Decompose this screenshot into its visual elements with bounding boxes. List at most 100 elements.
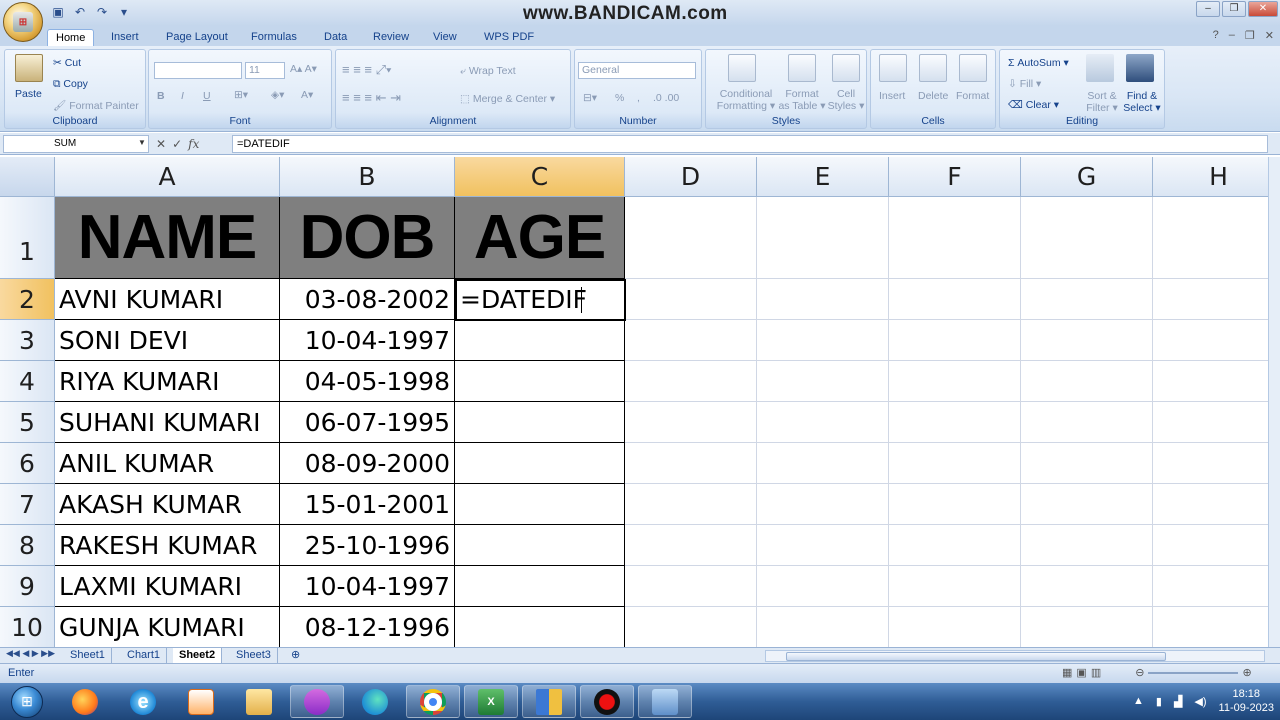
row-header-7[interactable]: 7 — [0, 484, 55, 525]
name-cell[interactable]: RIYA KUMARI — [55, 361, 280, 402]
empty-cell[interactable] — [1021, 607, 1153, 647]
empty-cell[interactable] — [1021, 525, 1153, 566]
name-cell[interactable]: ANIL KUMAR — [55, 443, 280, 484]
number-format-select[interactable]: General — [578, 62, 696, 79]
help-icon[interactable]: ? — [1213, 29, 1219, 42]
undo-icon[interactable]: ↶ — [72, 4, 88, 20]
row-header-4[interactable]: 4 — [0, 361, 55, 402]
page-layout-view-icon[interactable]: ▣ — [1076, 666, 1086, 679]
empty-cell[interactable] — [757, 197, 889, 279]
empty-cell[interactable] — [757, 607, 889, 647]
start-button[interactable]: ⊞ — [2, 683, 52, 720]
tab-page-layout[interactable]: Page Layout — [158, 29, 236, 47]
empty-cell[interactable] — [1021, 443, 1153, 484]
empty-cell[interactable] — [889, 566, 1021, 607]
font-color-icon[interactable]: A▾ — [301, 89, 313, 101]
age-cell[interactable] — [455, 443, 625, 484]
tab-data[interactable]: Data — [316, 29, 355, 47]
empty-cell[interactable] — [1021, 320, 1153, 361]
empty-cell[interactable] — [1153, 361, 1268, 402]
empty-cell[interactable] — [625, 361, 757, 402]
column-header-g[interactable]: G — [1021, 157, 1153, 197]
office-button[interactable]: ⊞ — [3, 2, 43, 42]
age-cell[interactable] — [455, 484, 625, 525]
row-header-3[interactable]: 3 — [0, 320, 55, 361]
empty-cell[interactable] — [889, 484, 1021, 525]
horizontal-scroll-thumb[interactable] — [786, 652, 1166, 661]
row-header-1[interactable]: 1 — [0, 197, 55, 279]
sheet-tab-sheet2[interactable]: Sheet2 — [173, 648, 223, 663]
delete-cells-button[interactable]: Delete — [918, 90, 948, 102]
name-cell[interactable]: GUNJA KUMARI — [55, 607, 280, 647]
save-icon[interactable]: ▣ — [50, 4, 66, 20]
font-name-input[interactable] — [154, 62, 242, 79]
sheet-tab-sheet1[interactable]: Sheet1 — [64, 648, 112, 663]
empty-cell[interactable] — [1021, 484, 1153, 525]
name-cell[interactable]: SUHANI KUMARI — [55, 402, 280, 443]
select-all-corner[interactable] — [0, 157, 55, 197]
empty-cell[interactable] — [757, 443, 889, 484]
currency-icon[interactable]: ⊟▾ — [583, 92, 597, 104]
empty-cell[interactable] — [1021, 361, 1153, 402]
empty-cell[interactable] — [889, 607, 1021, 647]
sheet-nav-arrows-icon[interactable]: ◀◀ ◀ ▶ ▶▶ — [6, 648, 55, 659]
empty-cell[interactable] — [757, 525, 889, 566]
empty-cell[interactable] — [1153, 484, 1268, 525]
tab-formulas[interactable]: Formulas — [243, 29, 305, 47]
empty-cell[interactable] — [625, 484, 757, 525]
chrome-icon[interactable] — [406, 685, 460, 718]
column-header-f[interactable]: F — [889, 157, 1021, 197]
format-painter-button[interactable]: 🖌 Format Painter — [53, 99, 139, 112]
italic-button[interactable]: I — [181, 90, 184, 102]
age-cell[interactable] — [455, 607, 625, 647]
volume-icon[interactable]: ◀) — [1194, 695, 1206, 708]
font-grow-icon[interactable]: A▴ A▾ — [290, 63, 317, 75]
cancel-icon[interactable]: ✕ — [156, 137, 166, 151]
sheet-tab-chart1[interactable]: Chart1 — [121, 648, 168, 663]
row-header-5[interactable]: 5 — [0, 402, 55, 443]
cut-button[interactable]: ✂ Cut — [53, 57, 81, 69]
row-header-6[interactable]: 6 — [0, 443, 55, 484]
bold-button[interactable]: B — [157, 90, 165, 102]
paste-icon[interactable] — [15, 54, 43, 82]
insert-sheet-icon[interactable]: ⊕ — [285, 648, 306, 663]
empty-cell[interactable] — [1153, 197, 1268, 279]
row-header-10[interactable]: 10 — [0, 607, 55, 647]
vertical-align-icons[interactable]: ≡ ≡ ≡ ⤢▾ — [342, 62, 391, 78]
dob-cell[interactable]: 08-09-2000 — [280, 443, 455, 484]
record-icon[interactable] — [580, 685, 634, 718]
name-cell[interactable]: AKASH KUMAR — [55, 484, 280, 525]
conditional-formatting-button[interactable]: Conditional Formatting ▾ — [712, 88, 780, 112]
control-panel-icon[interactable] — [638, 685, 692, 718]
empty-cell[interactable] — [1153, 320, 1268, 361]
empty-cell[interactable] — [625, 197, 757, 279]
underline-button[interactable]: U — [203, 90, 211, 102]
dob-cell[interactable]: 10-04-1997 — [280, 320, 455, 361]
column-header-a[interactable]: A — [55, 157, 280, 197]
media-player-icon[interactable] — [174, 685, 228, 718]
name-cell[interactable]: SONI DEVI — [55, 320, 280, 361]
cell-styles-button[interactable]: Cell Styles ▾ — [826, 88, 866, 112]
close-icon[interactable]: ✕ — [1248, 1, 1278, 17]
empty-cell[interactable] — [1021, 197, 1153, 279]
empty-cell[interactable] — [757, 402, 889, 443]
zoom-slider[interactable] — [1148, 671, 1239, 674]
horizontal-scrollbar[interactable] — [765, 650, 1265, 662]
insert-function-icon[interactable]: fx — [188, 137, 199, 151]
empty-cell[interactable] — [625, 607, 757, 647]
age-cell[interactable] — [455, 320, 625, 361]
zoom-out-icon[interactable]: ⊖ — [1135, 666, 1144, 679]
workbook-restore-icon[interactable]: ❐ — [1245, 29, 1255, 42]
empty-cell[interactable] — [889, 402, 1021, 443]
enter-icon[interactable]: ✓ — [172, 137, 182, 151]
horizontal-align-icons[interactable]: ≡ ≡ ≡ ⇤ ⇥ — [342, 90, 401, 106]
customize-icon[interactable]: ▾ — [116, 4, 132, 20]
empty-cell[interactable] — [625, 320, 757, 361]
file-explorer-icon[interactable] — [232, 685, 286, 718]
dob-cell[interactable]: 25-10-1996 — [280, 525, 455, 566]
worksheet-grid[interactable]: A B C D E F G H 1 2 3 4 5 6 7 8 9 10 NAM… — [0, 157, 1268, 647]
sort-filter-button[interactable]: Sort & Filter ▾ — [1082, 90, 1122, 114]
empty-cell[interactable] — [1153, 525, 1268, 566]
font-size-input[interactable]: 11 — [245, 62, 285, 79]
age-cell[interactable] — [455, 361, 625, 402]
